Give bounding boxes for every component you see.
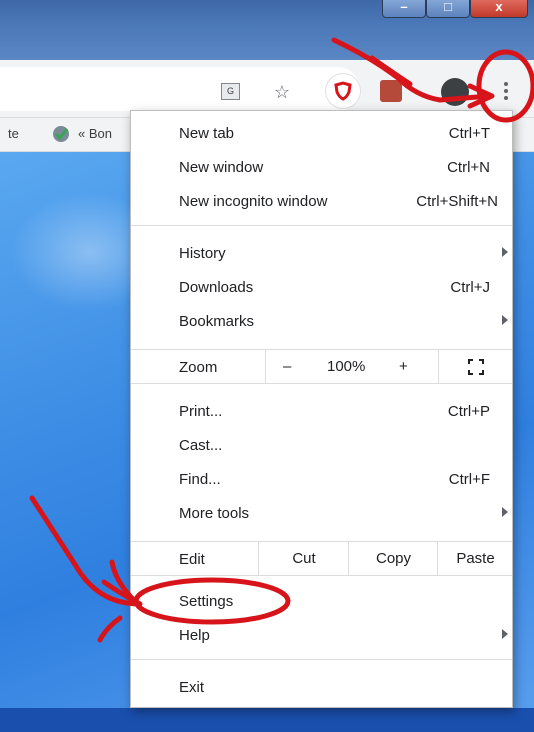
minimize-button[interactable]: – xyxy=(382,0,426,18)
shield-extension-icon[interactable] xyxy=(326,74,360,108)
menu-item-label: New incognito window xyxy=(179,193,328,210)
bookmark-item[interactable]: te xyxy=(8,126,19,141)
edit-label: Edit xyxy=(179,551,205,568)
menu-item-print[interactable]: Print... Ctrl+P xyxy=(131,395,512,429)
address-bar[interactable] xyxy=(0,67,360,111)
checkmark-icon xyxy=(53,126,69,142)
menu-item-find[interactable]: Find... Ctrl+F xyxy=(131,463,512,497)
submenu-arrow-icon xyxy=(502,507,508,517)
star-icon[interactable]: ☆ xyxy=(270,80,294,104)
profile-icon[interactable] xyxy=(441,78,469,106)
bookmark-item[interactable]: « Bon xyxy=(78,126,112,141)
menu-item-new-tab[interactable]: New tab Ctrl+T xyxy=(131,117,512,151)
menu-item-history[interactable]: History xyxy=(131,237,512,271)
menu-item-label: New window xyxy=(179,159,264,176)
menu-item-downloads[interactable]: Downloads Ctrl+J xyxy=(131,271,512,305)
maximize-button[interactable]: □ xyxy=(426,0,470,18)
paste-button[interactable]: Paste xyxy=(437,541,513,576)
page-footer-strip xyxy=(0,708,534,732)
close-button[interactable]: x xyxy=(470,0,528,18)
menu-item-exit[interactable]: Exit xyxy=(131,671,512,705)
shortcut-label: Ctrl+Shift+N xyxy=(416,193,498,210)
menu-item-cast[interactable]: Cast... xyxy=(131,429,512,463)
menu-item-help[interactable]: Help xyxy=(131,619,512,653)
submenu-arrow-icon xyxy=(502,315,508,325)
menu-item-label: Settings xyxy=(179,593,234,610)
menu-separator xyxy=(131,659,512,660)
menu-item-label: Help xyxy=(179,627,210,644)
menu-item-label: Exit xyxy=(179,679,205,696)
window-titlebar: – □ x xyxy=(0,0,534,60)
shortcut-label: Ctrl+F xyxy=(448,471,490,488)
minimize-icon: – xyxy=(400,0,408,14)
menu-item-label: Bookmarks xyxy=(179,313,255,330)
shortcut-label: Ctrl+T xyxy=(448,125,490,142)
menu-item-new-window[interactable]: New window Ctrl+N xyxy=(131,151,512,185)
menu-item-new-incognito-window[interactable]: New incognito window Ctrl+Shift+N xyxy=(131,185,512,219)
menu-item-label: Downloads xyxy=(179,279,254,296)
close-icon: x xyxy=(495,0,503,14)
zoom-label: Zoom xyxy=(179,359,218,376)
maximize-icon: □ xyxy=(444,0,452,14)
menu-item-label: History xyxy=(179,245,226,262)
menu-item-label: Print... xyxy=(179,403,223,420)
submenu-arrow-icon xyxy=(502,247,508,257)
menu-item-settings[interactable]: Settings xyxy=(131,585,512,619)
menu-item-bookmarks[interactable]: Bookmarks xyxy=(131,305,512,339)
cut-button[interactable]: Cut xyxy=(258,541,349,576)
menu-item-label: More tools xyxy=(179,505,250,522)
more-options-icon[interactable] xyxy=(493,79,519,105)
shortcut-label: Ctrl+J xyxy=(450,279,490,296)
menu-item-label: Find... xyxy=(179,471,221,488)
fullscreen-icon[interactable] xyxy=(468,359,484,375)
copy-button[interactable]: Copy xyxy=(348,541,438,576)
translate-icon[interactable]: G xyxy=(218,80,242,104)
zoom-in-button[interactable]: + xyxy=(399,358,408,375)
browser-menu: New tab Ctrl+T New window Ctrl+N New inc… xyxy=(130,110,513,708)
zoom-out-button[interactable]: – xyxy=(283,358,291,375)
menu-item-label: Cast... xyxy=(179,437,223,454)
edit-row: Edit Cut Copy Paste xyxy=(131,541,512,576)
shortcut-label: Ctrl+N xyxy=(447,159,490,176)
submenu-arrow-icon xyxy=(502,629,508,639)
extension-icon[interactable] xyxy=(380,80,402,102)
menu-item-label: New tab xyxy=(179,125,235,142)
zoom-level: 100% xyxy=(327,358,366,375)
zoom-row: Zoom – 100% + xyxy=(131,349,512,384)
shortcut-label: Ctrl+P xyxy=(447,403,490,420)
menu-item-more-tools[interactable]: More tools xyxy=(131,497,512,531)
menu-separator xyxy=(131,225,512,226)
